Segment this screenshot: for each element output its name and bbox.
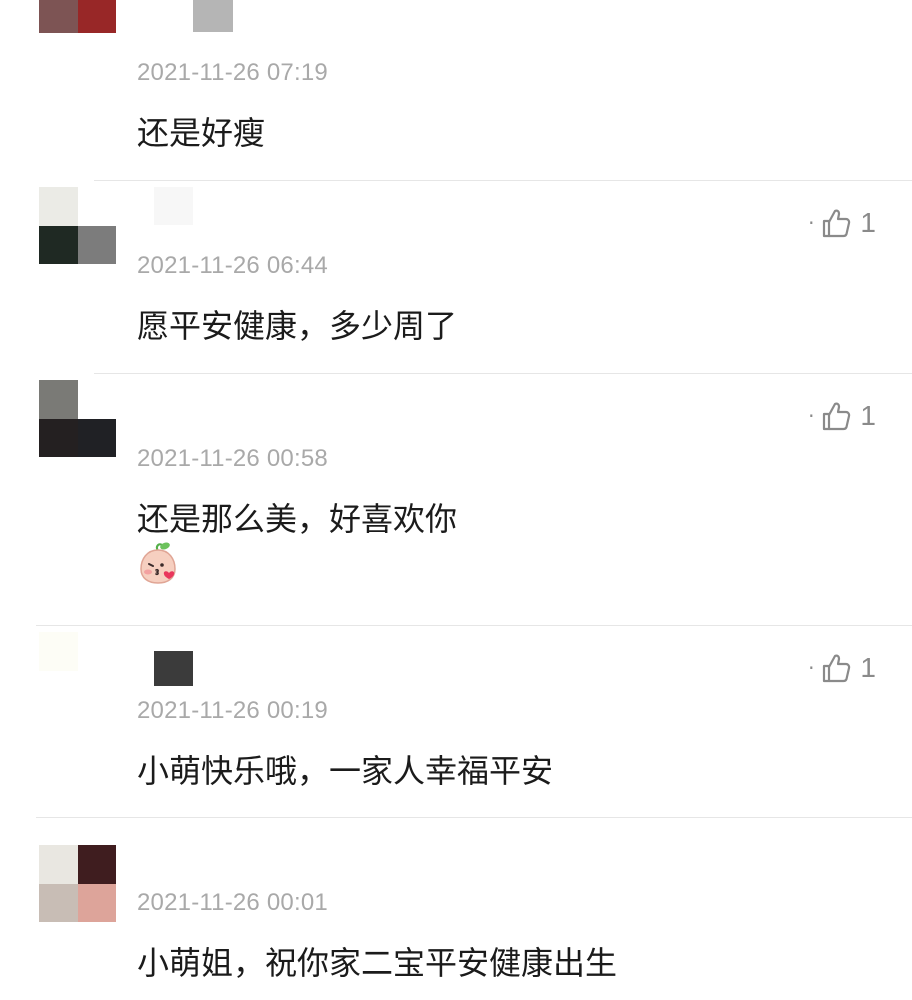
username-blurred[interactable] (154, 651, 193, 686)
comment-item: · 1 2021-11-26 06:44 愿平安健康，多少周了 (0, 181, 912, 373)
avatar[interactable] (39, 0, 116, 71)
comment-text: 小萌快乐哦，一家人幸福平安 (137, 752, 554, 790)
dot-icon: · (808, 404, 815, 428)
avatar-pixel (39, 187, 78, 226)
username-blurred[interactable] (193, 0, 233, 32)
comment-item: · 1 2021-11-26 00:58 还是那么美，好喜欢你 (0, 374, 912, 625)
avatar[interactable] (39, 187, 116, 264)
avatar-pixel (77, 0, 116, 33)
like-button[interactable]: · 1 (808, 648, 876, 688)
avatar-pixel (39, 632, 78, 671)
avatar-pixel (77, 883, 116, 922)
comment-item: · 1 2021-11-26 00:19 小萌快乐哦，一家人幸福平安 (0, 626, 912, 817)
avatar[interactable] (39, 380, 116, 457)
thumbs-up-icon (823, 209, 851, 238)
thumbs-up-icon (823, 654, 851, 683)
avatar-pixel (39, 883, 78, 922)
comment-text: 还是那么美，好喜欢你 (137, 500, 458, 538)
like-count: 1 (860, 400, 876, 431)
avatar[interactable] (39, 845, 116, 922)
comment-timestamp: 2021-11-26 00:58 (137, 445, 328, 472)
blowing-kiss-emoji (140, 542, 176, 584)
like-button[interactable]: · 1 (808, 396, 876, 436)
dot-icon: · (808, 656, 815, 680)
comment-timestamp: 2021-11-26 06:44 (137, 252, 328, 279)
thumbs-up-icon (823, 402, 851, 431)
comment-item: 2021-11-26 07:19 还是好瘦 (0, 0, 912, 180)
like-button[interactable]: · 1 (808, 203, 876, 243)
like-count: 1 (860, 652, 876, 683)
comment-item: 2021-11-26 00:01 小萌姐，祝你家二宝平安健康出生 (0, 818, 912, 1000)
avatar-pixel (39, 0, 78, 33)
username-blurred[interactable] (154, 187, 193, 225)
comment-timestamp: 2021-11-26 00:01 (137, 889, 328, 916)
comment-text: 还是好瘦 (137, 114, 266, 152)
comment-timestamp: 2021-11-26 00:19 (137, 697, 328, 724)
comment-timestamp: 2021-11-26 07:19 (137, 59, 328, 86)
avatar-pixel (39, 380, 78, 419)
avatar-pixel (77, 845, 116, 884)
avatar[interactable] (39, 632, 116, 709)
comment-text: 小萌姐，祝你家二宝平安健康出生 (137, 944, 618, 982)
avatar-pixel (39, 225, 78, 264)
comment-text: 愿平安健康，多少周了 (137, 307, 458, 345)
like-count: 1 (860, 207, 876, 238)
avatar-pixel (77, 418, 116, 457)
avatar-pixel (39, 418, 78, 457)
dot-icon: · (808, 211, 815, 235)
avatar-pixel (39, 845, 78, 884)
avatar-pixel (77, 225, 116, 264)
